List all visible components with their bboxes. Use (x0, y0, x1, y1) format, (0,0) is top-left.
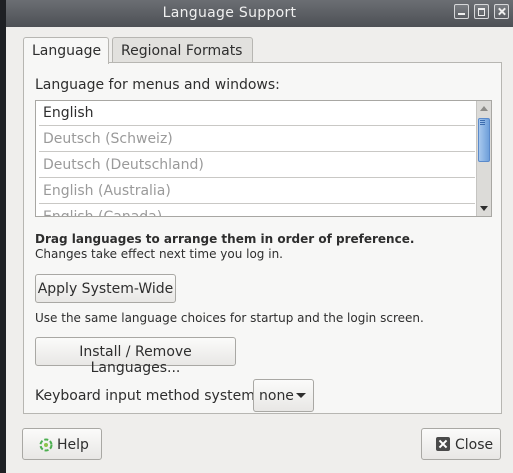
keyboard-input-value: none (259, 388, 294, 404)
scroll-down-icon[interactable] (480, 206, 488, 211)
close-window-icon[interactable] (494, 4, 509, 19)
tab-language[interactable]: Language (23, 37, 109, 64)
scroll-thumb[interactable] (478, 118, 490, 162)
keyboard-input-select[interactable]: none (253, 379, 314, 412)
menus-language-label: Language for menus and windows: (35, 77, 280, 93)
list-item[interactable]: English (Australia) (39, 179, 475, 204)
chevron-down-icon (296, 393, 306, 398)
list-item[interactable]: Deutsch (Deutschland) (39, 153, 475, 178)
drag-hint: Drag languages to arrange them in order … (35, 232, 415, 246)
effect-note: Changes take effect next time you log in… (35, 247, 283, 261)
scroll-grip-icon (480, 120, 485, 121)
apply-note: Use the same language choices for startu… (35, 311, 424, 325)
help-icon (39, 438, 53, 452)
keyboard-input-label: Keyboard input method system: (35, 388, 260, 404)
list-item[interactable]: English (Canada) (39, 205, 475, 216)
help-label: Help (57, 437, 89, 453)
maximize-icon[interactable] (474, 4, 489, 19)
tab-regional-formats[interactable]: Regional Formats (112, 37, 253, 63)
list-item[interactable]: Deutsch (Schweiz) (39, 127, 475, 152)
minimize-icon[interactable] (454, 4, 469, 19)
install-remove-languages-button[interactable]: Install / Remove Languages... (35, 337, 236, 376)
apply-system-wide-button[interactable]: Apply System-Wide (35, 274, 176, 303)
window-title: Language Support (162, 5, 297, 21)
close-button[interactable]: Close (421, 428, 501, 460)
title-bar[interactable]: Language Support (6, 0, 513, 27)
language-list[interactable]: English Deutsch (Schweiz) Deutsch (Deuts… (35, 100, 492, 217)
language-support-window: Language Support Language Regional Forma… (6, 0, 513, 473)
scroll-up-icon[interactable] (480, 106, 488, 111)
list-scrollbar[interactable] (476, 101, 491, 216)
list-item[interactable]: English (39, 101, 475, 126)
close-icon (436, 437, 450, 451)
help-button[interactable]: Help (22, 428, 102, 460)
close-label: Close (455, 437, 494, 453)
